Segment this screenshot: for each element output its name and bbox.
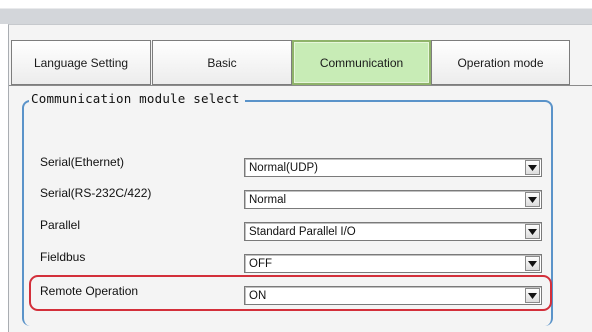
fieldbus-select[interactable]: OFF — [244, 254, 542, 273]
tab-label: Operation mode — [457, 55, 544, 70]
tab-strip-divider — [9, 85, 592, 86]
serial-rs232c-value: Normal — [249, 194, 287, 206]
tab-basic[interactable]: Basic — [152, 40, 292, 85]
group-title: Communication module select — [29, 91, 245, 106]
serial-ethernet-value: Normal(UDP) — [249, 162, 318, 174]
fieldbus-label: Fieldbus — [40, 250, 86, 264]
tab-operation-mode[interactable]: Operation mode — [431, 40, 570, 85]
remote-operation-highlight — [29, 275, 552, 311]
serial-rs232c-select[interactable]: Normal — [244, 190, 542, 209]
top-band — [0, 0, 592, 24]
parallel-value: Standard Parallel I/O — [249, 226, 356, 238]
serial-rs232c-label: Serial(RS-232C/422) — [40, 186, 152, 200]
chevron-down-icon[interactable] — [525, 160, 540, 175]
tab-label: Communication — [319, 55, 404, 70]
parallel-label: Parallel — [40, 218, 81, 232]
serial-ethernet-select[interactable]: Normal(UDP) — [244, 158, 542, 177]
chevron-down-icon[interactable] — [525, 224, 540, 239]
tab-label: Language Setting — [33, 55, 129, 70]
parallel-select[interactable]: Standard Parallel I/O — [244, 222, 542, 241]
tab-label: Basic — [207, 55, 237, 70]
tab-language-setting[interactable]: Language Setting — [11, 40, 151, 85]
chevron-down-icon[interactable] — [525, 192, 540, 207]
fieldbus-value: OFF — [249, 258, 272, 270]
tab-communication[interactable]: Communication — [292, 40, 431, 85]
serial-ethernet-label: Serial(Ethernet) — [40, 155, 125, 169]
chevron-down-icon[interactable] — [525, 256, 540, 271]
